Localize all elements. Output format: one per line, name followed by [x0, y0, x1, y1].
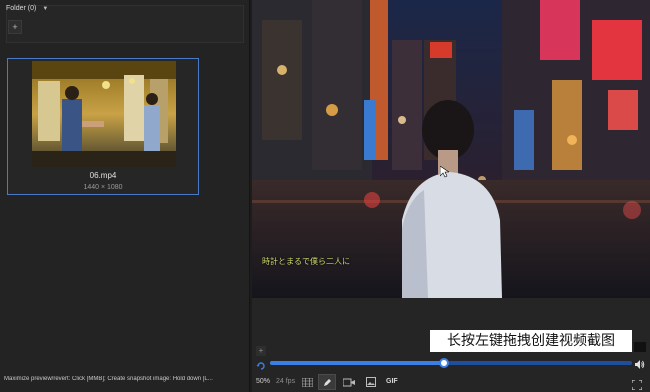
overlay-tip-edge	[634, 342, 646, 352]
folder-title: Folder (0)	[6, 5, 37, 12]
chevron-down-icon: ▼	[42, 5, 49, 12]
grid-icon[interactable]	[298, 374, 316, 390]
cursor-icon	[439, 165, 450, 183]
media-resolution: 1440 × 1080	[83, 184, 123, 191]
fullscreen-icon[interactable]	[631, 377, 643, 391]
frame-rate: 24 fps	[276, 378, 296, 385]
media-file-name: 06.mp4	[89, 171, 117, 180]
app-window: Folder (0) ▼ + 06.mp4 1440 × 1080 Maximi…	[0, 0, 650, 392]
timeline-slider[interactable]	[270, 361, 632, 365]
loop-icon[interactable]	[256, 358, 266, 370]
overlay-tip: 长按左键拖拽创建视频截图	[430, 330, 632, 352]
video-subtitle: 時計とまるで僕ら二人に	[262, 257, 350, 266]
media-panel: Folder (0) ▼ + 06.mp4 1440 × 1080 Maximi…	[0, 0, 250, 392]
timeline-handle[interactable]	[438, 358, 449, 368]
video-preview[interactable]	[252, 0, 650, 298]
media-card[interactable]: 06.mp4 1440 × 1080	[7, 58, 199, 195]
pen-icon[interactable]	[318, 374, 336, 390]
add-marker-button[interactable]: +	[256, 346, 266, 356]
timeline-progress	[270, 361, 444, 365]
add-folder-button[interactable]: +	[8, 20, 22, 34]
folder-dropdown[interactable]: Folder (0) ▼	[6, 5, 48, 12]
gif-button[interactable]: GIF	[386, 374, 398, 390]
volume-icon[interactable]	[634, 357, 645, 369]
zoom-level[interactable]: 50%	[256, 374, 270, 390]
status-bar: Maximize preview/revert: Click [MMB]; Cr…	[4, 376, 213, 382]
player-toolbar: 50% 24 fps GIF	[252, 374, 650, 392]
video-icon[interactable]	[340, 374, 358, 390]
video-thumbnail	[32, 61, 176, 167]
image-icon[interactable]	[362, 374, 380, 390]
